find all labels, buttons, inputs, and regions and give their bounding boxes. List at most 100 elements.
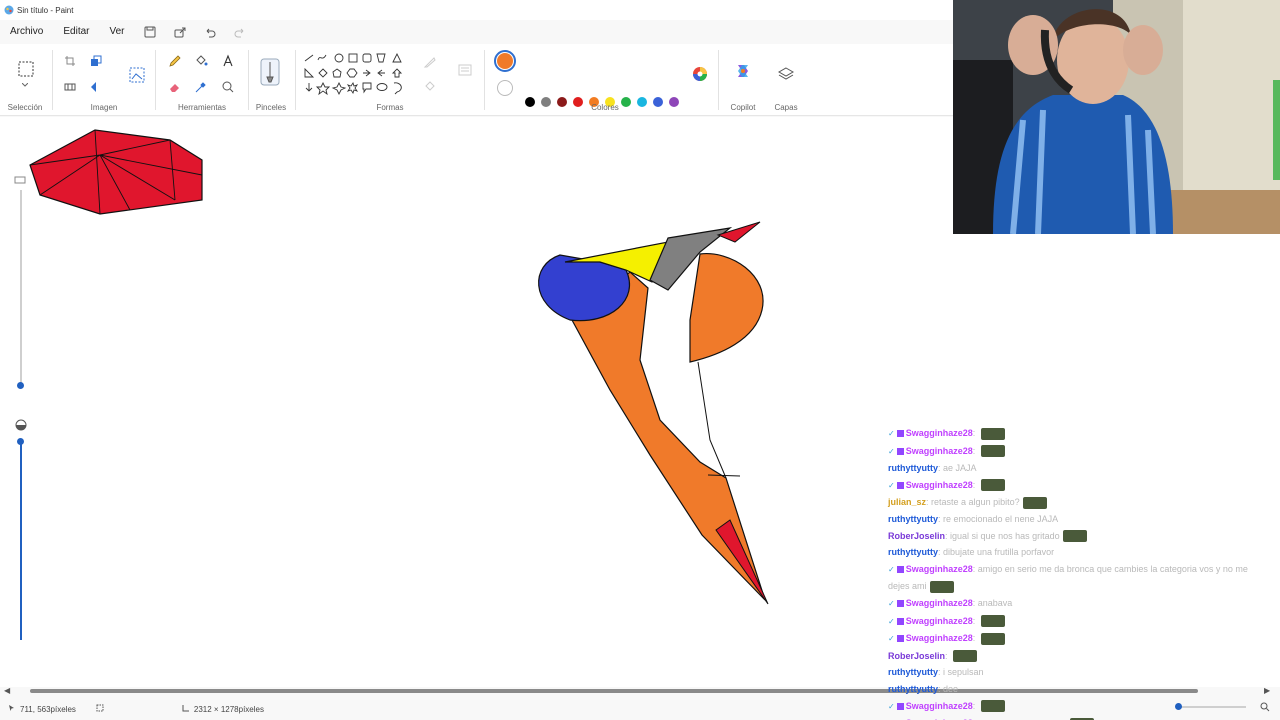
chat-username[interactable]: Swagginhaze28	[906, 616, 973, 626]
chat-emote-icon	[953, 650, 978, 663]
chat-message: RoberJoselin: igual si que nos has grita…	[888, 528, 1280, 545]
edit-colors-icon[interactable]	[690, 64, 710, 84]
separator	[155, 50, 156, 110]
rotate-icon[interactable]	[60, 77, 80, 97]
chat-message: ✓Swagginhaze28: mmm me voy a comer	[888, 715, 1280, 720]
primary-color-swatch	[497, 53, 513, 69]
redo-icon[interactable]	[225, 20, 255, 44]
shape-outline-icon[interactable]	[420, 52, 440, 72]
group-label-brushes: Pinceles	[255, 103, 287, 112]
palette-swatch[interactable]	[669, 97, 679, 107]
flip-icon[interactable]	[86, 77, 106, 97]
chat-text: anabava	[977, 597, 1013, 608]
chat-message: dejes ami	[888, 578, 1280, 595]
chat-message: RoberJoselin:	[888, 648, 1280, 665]
crop-icon[interactable]	[60, 51, 80, 71]
chat-emote-icon	[980, 700, 1005, 713]
scroll-left-icon[interactable]: ◀	[4, 686, 10, 695]
chat-username[interactable]: julian_sz	[888, 497, 926, 507]
chat-username[interactable]: RoberJoselin	[888, 651, 945, 661]
shapes-gallery[interactable]	[302, 52, 408, 102]
shape-options-icon[interactable]	[455, 60, 475, 80]
chat-username[interactable]: ruthyttyutty	[888, 667, 938, 677]
subscriber-badge-icon	[896, 617, 904, 625]
chat-text: dejes ami	[888, 581, 927, 592]
select-rectangle-icon[interactable]	[15, 58, 37, 80]
save-icon[interactable]	[135, 20, 165, 44]
menu-view[interactable]: Ver	[99, 20, 134, 44]
separator	[52, 50, 53, 110]
chat-text: dibujate una frutilla porfavor	[943, 547, 1055, 558]
chat-emote-icon	[980, 445, 1005, 458]
color-picker-icon[interactable]	[191, 77, 211, 97]
chat-message: ruthyttyutty: dibujate una frutilla porf…	[888, 547, 1055, 558]
palette-swatch[interactable]	[525, 97, 535, 107]
verified-check-icon: ✓	[888, 701, 895, 711]
secondary-color-button[interactable]	[497, 80, 513, 96]
menu-bar: Archivo Editar Ver	[0, 20, 255, 44]
image-select-icon[interactable]	[126, 64, 148, 86]
brush-size-slider[interactable]	[20, 190, 22, 385]
chat-message: ruthyttyutty: re emocionado el nene JAJA	[888, 513, 1059, 524]
chat-username[interactable]: ruthyttyutty	[888, 514, 938, 524]
opacity-thumb[interactable]	[17, 438, 24, 445]
layers-icon[interactable]	[776, 64, 796, 84]
verified-check-icon: ✓	[888, 480, 895, 490]
group-label-shapes: Formas	[376, 103, 404, 112]
chat-username[interactable]: ruthyttyutty	[888, 463, 938, 473]
verified-check-icon: ✓	[888, 429, 895, 438]
chat-username[interactable]: RoberJoselin	[888, 531, 945, 541]
verified-check-icon: ✓	[888, 616, 895, 626]
group-label-copilot: Copilot	[730, 103, 756, 112]
opacity-slider[interactable]	[20, 440, 22, 640]
separator	[248, 50, 249, 110]
chat-username[interactable]: ruthyttyutty	[888, 547, 938, 557]
paint-window: Sin título - Paint Archivo Editar Ver Se…	[0, 0, 1280, 720]
chat-emote-icon	[1062, 530, 1087, 543]
primary-color-button[interactable]	[494, 50, 516, 72]
chat-username[interactable]: Swagginhaze28	[906, 480, 973, 490]
group-label-layers: Capas	[774, 103, 798, 112]
menu-file[interactable]: Archivo	[0, 20, 53, 44]
group-label-colors: Colores	[591, 103, 619, 112]
menu-edit[interactable]: Editar	[53, 20, 99, 44]
chat-message: julian_sz: retaste a algun pibito?	[888, 494, 1280, 511]
chat-message: ✓ Swagginhaze28:	[888, 698, 1280, 716]
magnifier-icon[interactable]	[218, 77, 238, 97]
palette-swatch[interactable]	[541, 97, 551, 107]
chat-username[interactable]: Swagginhaze28	[906, 446, 973, 456]
chat-message: ✓ Swagginhaze28:	[888, 630, 1280, 648]
cursor-position-icon	[8, 704, 16, 714]
group-label-selection: Selección	[7, 103, 43, 112]
chat-username[interactable]: Swagginhaze28	[906, 598, 973, 608]
palette-swatch[interactable]	[557, 97, 567, 107]
brushes-icon[interactable]	[258, 56, 282, 88]
selection-chevron-icon[interactable]	[20, 80, 30, 90]
chat-username[interactable]: Swagginhaze28	[906, 428, 973, 438]
fill-icon[interactable]	[191, 51, 211, 71]
verified-check-icon: ✓	[888, 598, 895, 608]
chat-text: i sepulsan	[943, 667, 984, 678]
undo-icon[interactable]	[195, 20, 225, 44]
chat-username[interactable]: ruthyttyutty	[888, 684, 938, 694]
chat-text: re emocionado el nene JAJA	[943, 513, 1059, 524]
chat-username[interactable]: Swagginhaze28	[906, 564, 973, 574]
chat-message: ✓ Swagginhaze28: anabava	[888, 597, 1013, 608]
copilot-icon[interactable]	[732, 60, 754, 82]
palette-swatch[interactable]	[653, 97, 663, 107]
brush-size-icon	[14, 172, 28, 186]
brush-size-thumb[interactable]	[17, 382, 24, 389]
chat-message: ✓ Swagginhaze28:	[888, 443, 1280, 461]
pencil-icon[interactable]	[165, 51, 185, 71]
resize-icon[interactable]	[86, 51, 106, 71]
verified-check-icon: ✓	[888, 564, 895, 574]
chat-username[interactable]: Swagginhaze28	[906, 701, 973, 711]
shape-fill-icon[interactable]	[420, 77, 440, 97]
text-icon[interactable]	[218, 51, 238, 71]
eraser-icon[interactable]	[165, 77, 185, 97]
chat-username[interactable]: Swagginhaze28	[906, 633, 973, 643]
share-icon[interactable]	[165, 20, 195, 44]
window-title: Sin título - Paint	[17, 5, 74, 15]
subscriber-badge-icon	[896, 635, 904, 643]
stream-chat: ✓ Swagginhaze28: ✓ Swagginhaze28: ruthytty…	[888, 425, 1280, 720]
